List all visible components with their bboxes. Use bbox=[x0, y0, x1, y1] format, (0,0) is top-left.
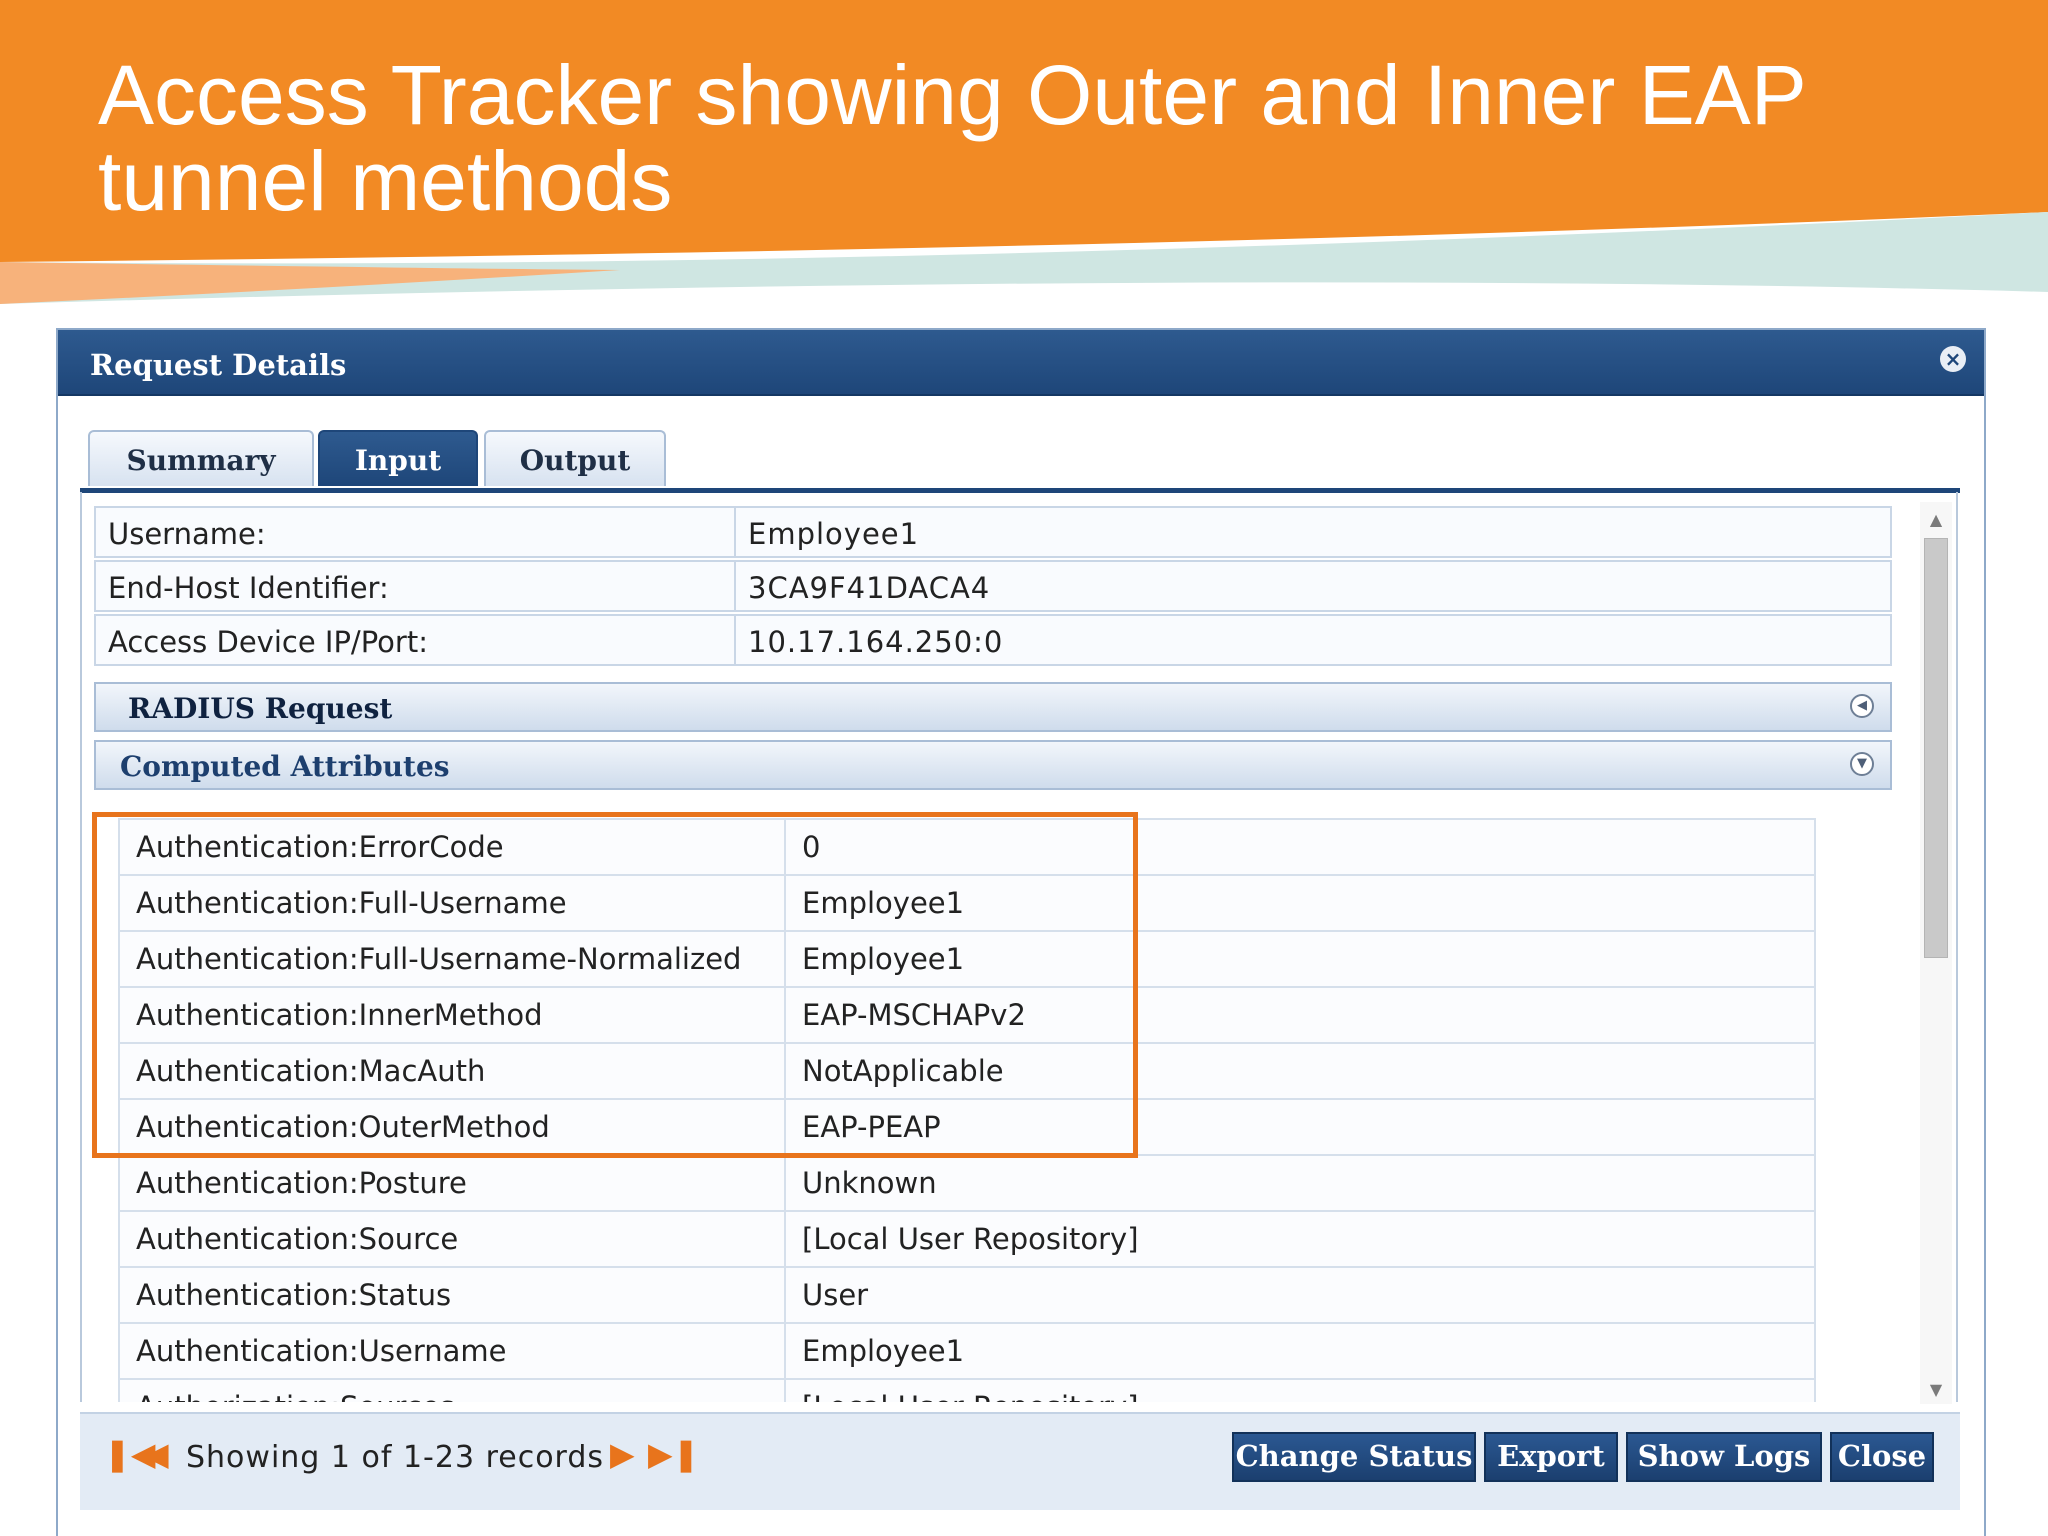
table-row: Authentication:InnerMethod EAP-MSCHAPv2 bbox=[118, 986, 1816, 1044]
last-page-icon[interactable]: ▶❚ bbox=[648, 1436, 699, 1472]
attribute-value: EAP-PEAP bbox=[785, 1098, 1816, 1156]
table-row: Authentication:ErrorCode 0 bbox=[118, 818, 1816, 876]
previous-page-icon[interactable]: ◀ bbox=[144, 1436, 169, 1472]
table-row: Authentication:Source [Local User Reposit… bbox=[118, 1210, 1816, 1268]
attribute-name: Authentication:MacAuth bbox=[118, 1042, 786, 1100]
attribute-value: Employee1 bbox=[785, 930, 1816, 988]
scroll-down-icon[interactable]: ▼ bbox=[1920, 1376, 1952, 1404]
field-value: 3CA9F41DACA4 bbox=[748, 571, 991, 605]
table-row: Authentication:Full-Username Employee1 bbox=[118, 874, 1816, 932]
attribute-value: Unknown bbox=[785, 1154, 1816, 1212]
tab-input[interactable]: Input bbox=[318, 430, 478, 486]
field-row-username: Username: Employee1 bbox=[94, 506, 1892, 558]
close-button[interactable]: Close bbox=[1830, 1432, 1934, 1482]
attribute-value: NotApplicable bbox=[785, 1042, 1816, 1100]
attribute-name: Authentication:Source bbox=[118, 1210, 786, 1268]
vertical-scrollbar[interactable]: ▲ ▼ bbox=[1920, 502, 1952, 1404]
field-label: Access Device IP/Port: bbox=[108, 625, 428, 659]
collapse-down-icon[interactable]: ▼ bbox=[1850, 752, 1874, 776]
attribute-name: Authentication:InnerMethod bbox=[118, 986, 786, 1044]
table-row: Authentication:Posture Unknown bbox=[118, 1154, 1816, 1212]
dialog-title: Request Details bbox=[90, 348, 347, 382]
table-row: Authentication:MacAuth NotApplicable bbox=[118, 1042, 1816, 1100]
attribute-name: Authentication:Username bbox=[118, 1322, 786, 1380]
expand-left-icon[interactable]: ◀ bbox=[1850, 694, 1874, 718]
pager-status: Showing 1 of 1-23 records bbox=[186, 1440, 605, 1475]
scroll-up-icon[interactable]: ▲ bbox=[1920, 506, 1952, 534]
table-row: Authentication:Username Employee1 bbox=[118, 1322, 1816, 1380]
column-divider bbox=[734, 508, 736, 556]
attribute-value: User bbox=[785, 1266, 1816, 1324]
change-status-button[interactable]: Change Status bbox=[1232, 1432, 1476, 1482]
attribute-name: Authorization:Sources bbox=[118, 1378, 786, 1402]
attribute-name: Authentication:OuterMethod bbox=[118, 1098, 786, 1156]
section-computed-attributes[interactable]: Computed Attributes ▼ bbox=[94, 740, 1892, 790]
next-page-icon[interactable]: ▶ bbox=[610, 1436, 635, 1472]
scrollbar-thumb[interactable] bbox=[1924, 538, 1948, 958]
section-label: Computed Attributes bbox=[120, 750, 450, 783]
section-radius-request[interactable]: RADIUS Request ◀ bbox=[94, 682, 1892, 732]
slide-title: Access Tracker showing Outer and Inner E… bbox=[98, 52, 1807, 224]
field-row-access-device-ip: Access Device IP/Port: 10.17.164.250:0 bbox=[94, 614, 1892, 666]
attribute-value: 0 bbox=[785, 818, 1816, 876]
field-row-end-host-identifier: End-Host Identifier: 3CA9F41DACA4 bbox=[94, 560, 1892, 612]
attribute-value: [Local User Repository] bbox=[785, 1210, 1816, 1268]
attribute-name: Authentication:Status bbox=[118, 1266, 786, 1324]
table-row: Authentication:Full-Username-Normalized E… bbox=[118, 930, 1816, 988]
tab-summary[interactable]: Summary bbox=[88, 430, 314, 486]
dialog-footer: ❚◀ ◀ Showing 1 of 1-23 records ▶ ▶❚ Chan… bbox=[80, 1412, 1960, 1510]
attribute-value: EAP-MSCHAPv2 bbox=[785, 986, 1816, 1044]
show-logs-button[interactable]: Show Logs bbox=[1626, 1432, 1822, 1482]
tab-output[interactable]: Output bbox=[484, 430, 666, 486]
attribute-name: Authentication:Posture bbox=[118, 1154, 786, 1212]
field-value: Employee1 bbox=[748, 517, 920, 551]
slide-title-line-1: Access Tracker showing Outer and Inner E… bbox=[98, 48, 1807, 142]
input-content-pane: Username: Employee1 End-Host Identifier:… bbox=[80, 492, 1958, 1402]
close-icon[interactable]: × bbox=[1940, 346, 1966, 372]
field-label: End-Host Identifier: bbox=[108, 571, 389, 605]
table-row: Authentication:Status User bbox=[118, 1266, 1816, 1324]
field-value: 10.17.164.250:0 bbox=[748, 625, 1004, 659]
dialog-titlebar: Request Details × bbox=[58, 330, 1984, 396]
field-label: Username: bbox=[108, 517, 266, 551]
export-button[interactable]: Export bbox=[1484, 1432, 1618, 1482]
slide-title-line-2: tunnel methods bbox=[98, 134, 673, 228]
column-divider bbox=[734, 562, 736, 610]
column-divider bbox=[734, 616, 736, 664]
attribute-name: Authentication:ErrorCode bbox=[118, 818, 786, 876]
attribute-value: Employee1 bbox=[785, 1322, 1816, 1380]
computed-attributes-table: Authentication:ErrorCode 0 Authentication… bbox=[118, 818, 1816, 1402]
table-row: Authentication:OuterMethod EAP-PEAP bbox=[118, 1098, 1816, 1156]
attribute-value: [Local User Repository] bbox=[785, 1378, 1816, 1402]
attribute-name: Authentication:Full-Username-Normalized bbox=[118, 930, 786, 988]
attribute-name: Authentication:Full-Username bbox=[118, 874, 786, 932]
section-label: RADIUS Request bbox=[128, 692, 393, 725]
attribute-value: Employee1 bbox=[785, 874, 1816, 932]
table-row: Authorization:Sources[Local User Reposit… bbox=[118, 1378, 1816, 1402]
